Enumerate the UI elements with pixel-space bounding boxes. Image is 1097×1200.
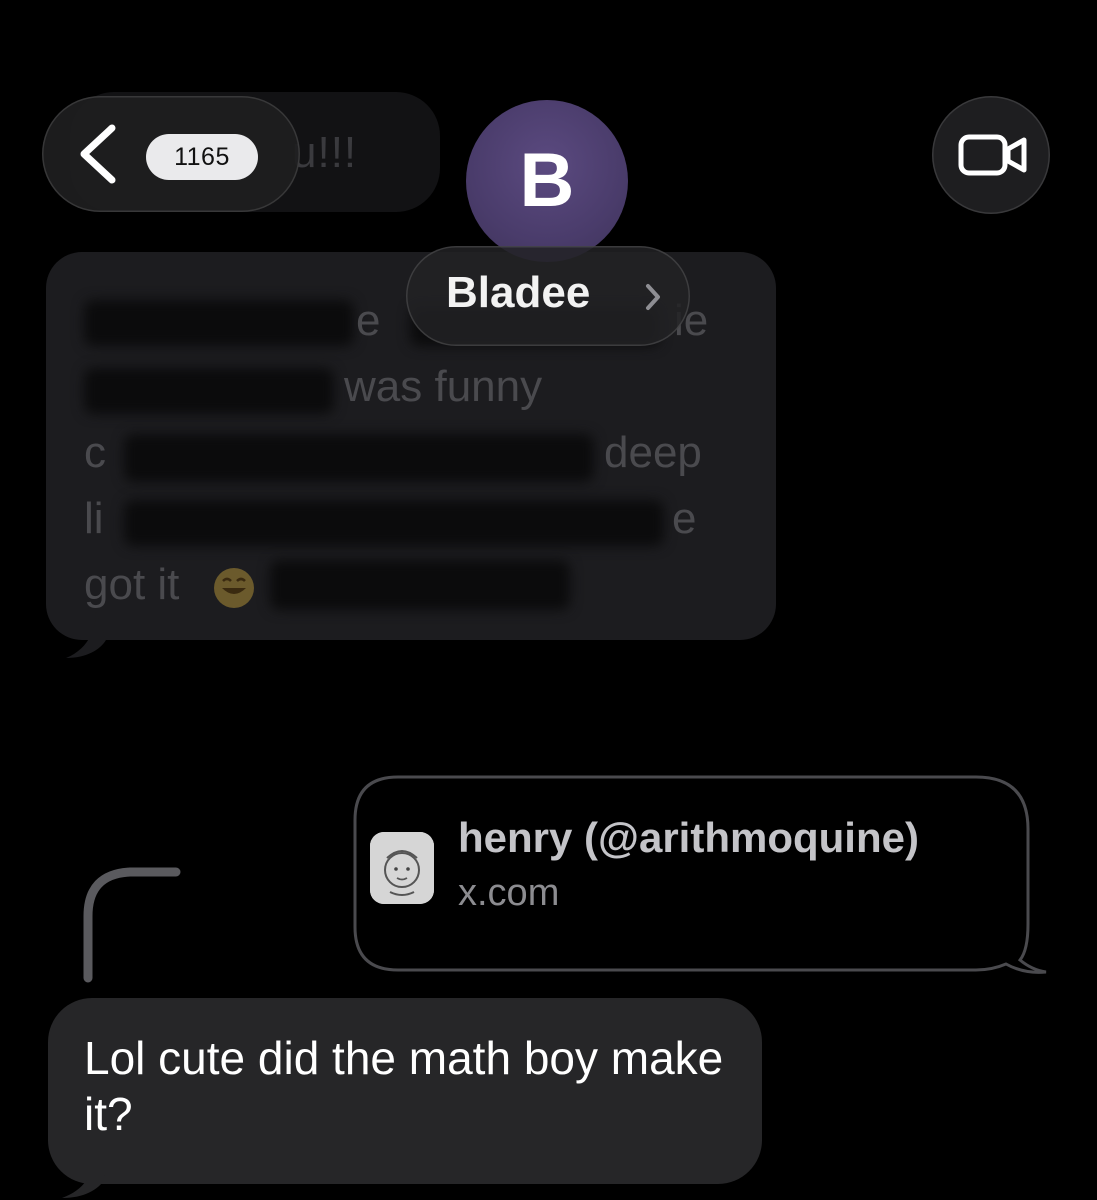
obscured-text bbox=[84, 300, 354, 346]
faded-text: e bbox=[672, 494, 697, 543]
bubble-tail bbox=[62, 1156, 106, 1198]
laughing-emoji-icon bbox=[214, 568, 254, 608]
link-title[interactable]: henry (@arithmoquine) bbox=[458, 814, 919, 862]
reply-thread-line bbox=[83, 867, 181, 983]
faded-text: was funny bbox=[344, 362, 543, 411]
link-thumbnail[interactable] bbox=[370, 832, 434, 904]
conversation-screen: u!!! e ie was funny c deep li e got it 1… bbox=[0, 0, 1097, 1200]
chevron-right-icon bbox=[646, 284, 660, 310]
obscured-text bbox=[84, 368, 334, 414]
faded-message-text: u!!! bbox=[292, 128, 358, 177]
obscured-text bbox=[124, 434, 594, 482]
faded-text: got it bbox=[84, 560, 180, 609]
video-camera-icon[interactable] bbox=[958, 132, 1028, 178]
contact-avatar[interactable]: B bbox=[466, 100, 628, 262]
unread-count-badge: 1165 bbox=[146, 134, 258, 180]
link-domain[interactable]: x.com bbox=[458, 872, 559, 915]
faded-text: e bbox=[356, 296, 381, 345]
received-message-text: Lol cute did the math boy make it? bbox=[84, 1032, 724, 1140]
contact-name[interactable]: Bladee bbox=[446, 268, 590, 318]
obscured-text bbox=[270, 560, 570, 610]
obscured-text bbox=[124, 500, 664, 546]
profile-drawing-icon bbox=[370, 832, 434, 904]
faded-text: li bbox=[84, 494, 104, 543]
faded-bubble-tail bbox=[66, 612, 106, 658]
chevron-left-icon[interactable] bbox=[76, 124, 120, 184]
faded-text: deep bbox=[604, 428, 702, 477]
link-preview-bubble[interactable] bbox=[352, 774, 1052, 978]
faded-text: c bbox=[84, 428, 106, 477]
